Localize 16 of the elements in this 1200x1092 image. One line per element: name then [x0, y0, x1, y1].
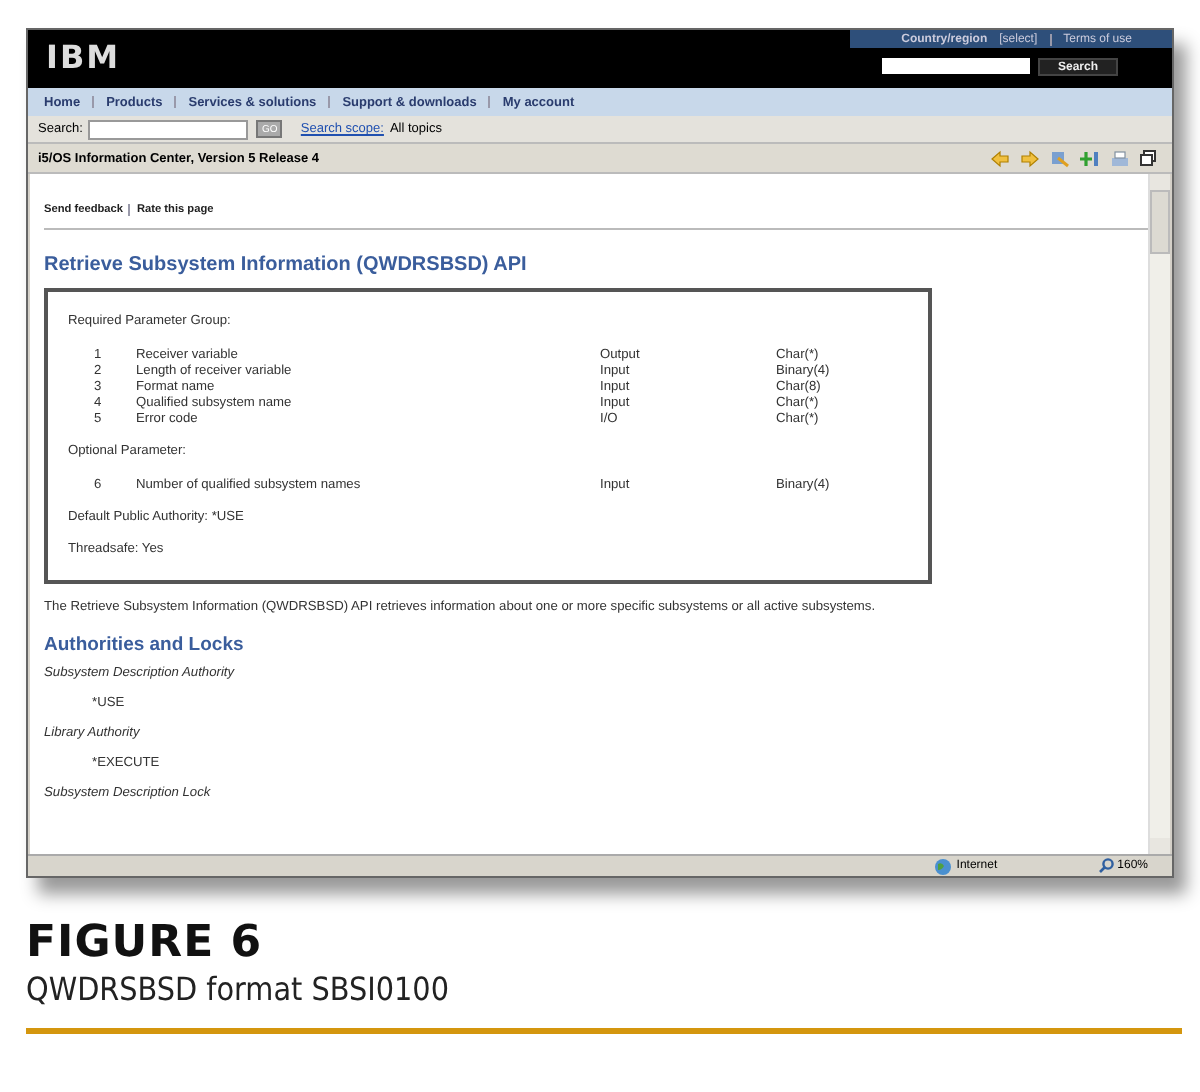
figure-label: FIGURE 6 [26, 918, 263, 968]
scroll-thumb[interactable] [1150, 190, 1170, 254]
window-icon[interactable] [1140, 150, 1156, 166]
section-heading: Authorities and Locks [44, 634, 246, 656]
print-icon[interactable] [1110, 149, 1130, 167]
globe-icon[interactable] [934, 857, 953, 875]
forward-arrow-icon[interactable] [1020, 149, 1040, 167]
page-heading: Retrieve Subsystem Information (QWDRSBSD) API [44, 254, 529, 276]
ibm-logo[interactable]: IBM [28, 30, 121, 88]
figure-caption: QWDRSBSD format SBSI0100 [26, 970, 449, 1008]
search-input[interactable] [88, 119, 249, 139]
add-icon[interactable] [1080, 149, 1100, 167]
back-arrow-icon[interactable] [990, 149, 1010, 167]
search-field[interactable] [882, 58, 1030, 74]
scrollbar[interactable] [1148, 174, 1170, 854]
magnifier-icon[interactable] [1097, 858, 1114, 874]
